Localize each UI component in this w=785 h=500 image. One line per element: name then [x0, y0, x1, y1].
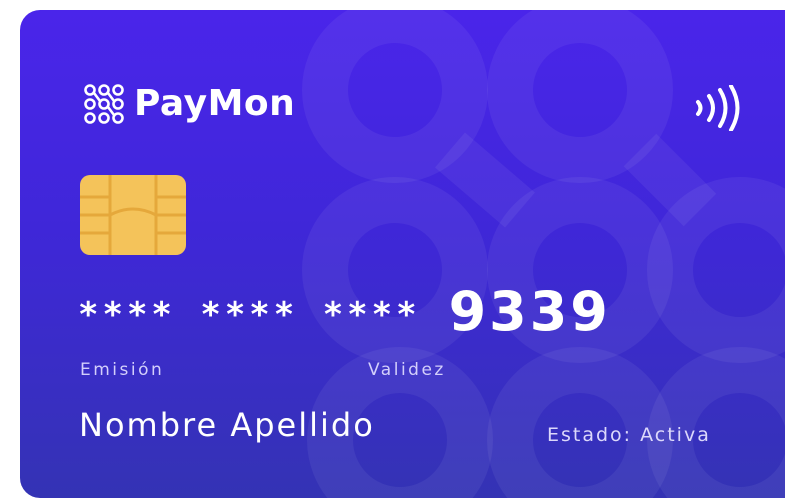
issue-label: Emisión	[80, 360, 165, 380]
paymon-logo-icon	[84, 84, 124, 124]
card-number-masked: **** **** ****	[78, 295, 421, 335]
card-number-last4: 9339	[448, 279, 611, 343]
contactless-icon	[696, 85, 740, 131]
chip-icon	[80, 175, 186, 255]
credit-card: PayMon **** **** **** 9339 Emisión Valid…	[20, 10, 785, 498]
card-status: Estado: Activa	[547, 424, 711, 446]
card-holder-name: Nombre Apellido	[79, 406, 375, 444]
validity-label: Validez	[368, 360, 446, 380]
brand: PayMon	[82, 82, 295, 126]
card-number: **** **** **** 9339	[78, 279, 611, 343]
brand-name: PayMon	[134, 83, 296, 124]
